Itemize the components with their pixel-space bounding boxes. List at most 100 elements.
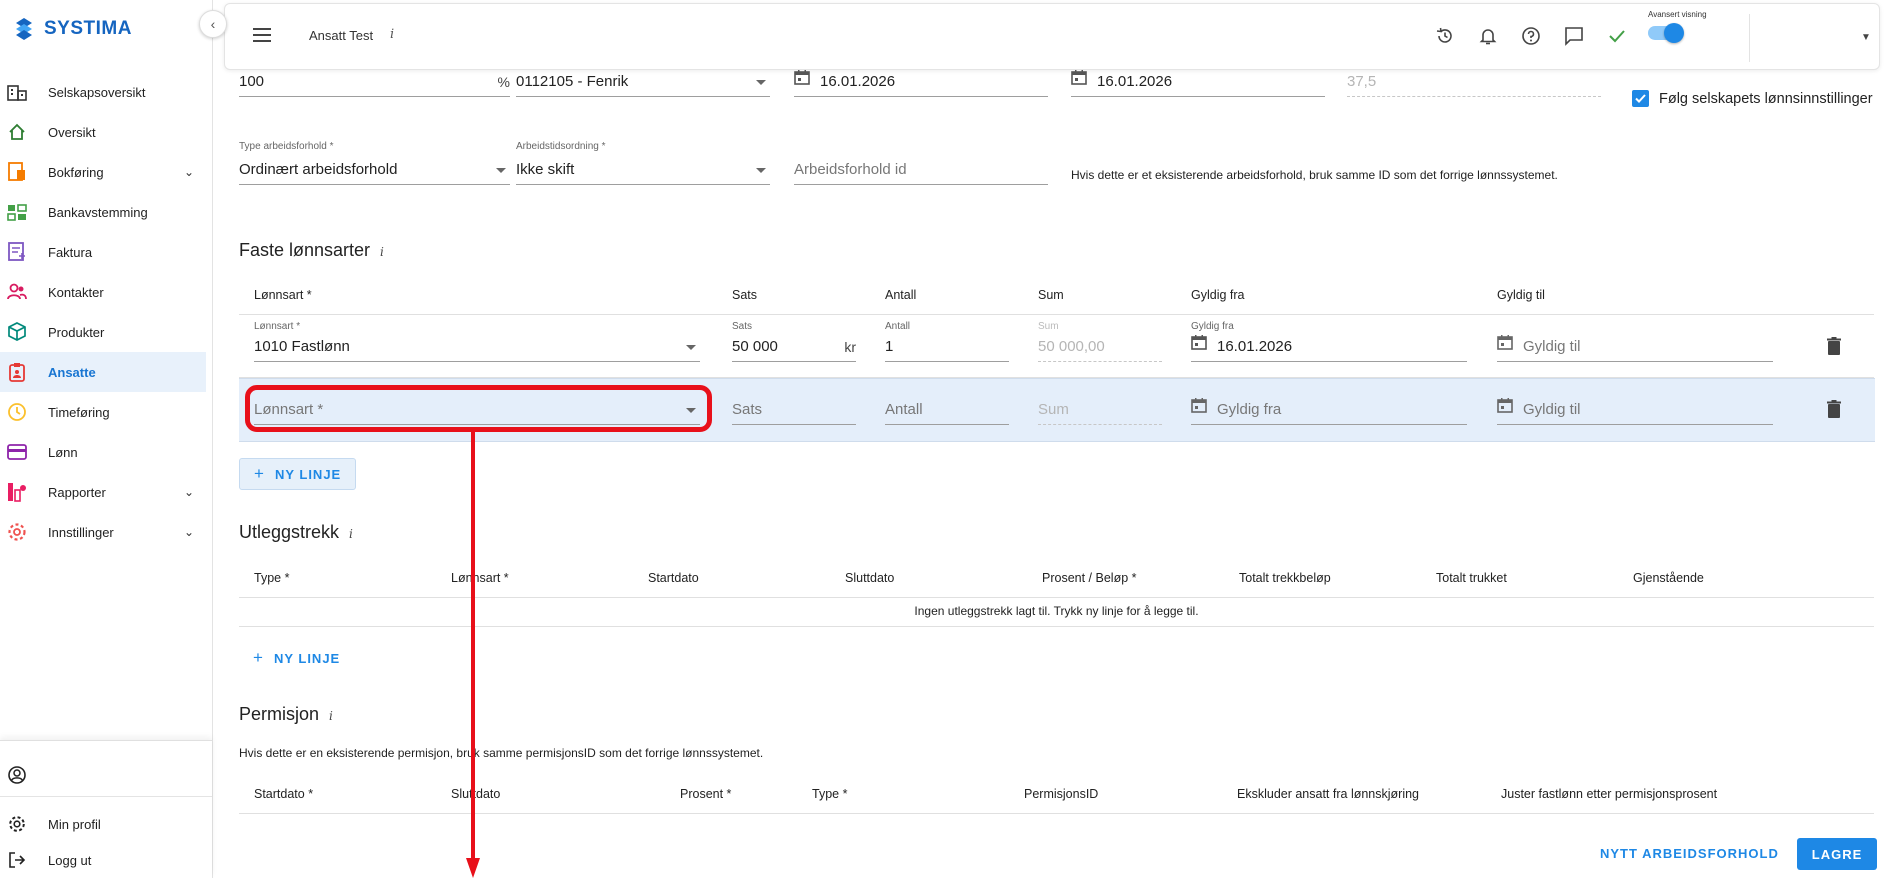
info-icon[interactable]: i [349, 527, 353, 541]
chat-icon[interactable] [1562, 24, 1586, 48]
column-header: Ekskluder ansatt fra lønnskjøring [1237, 787, 1420, 801]
antall-input-new[interactable]: Antall [885, 398, 1009, 425]
sidebar-item-kontakter[interactable]: Kontakter [0, 272, 206, 312]
caret-down-icon [686, 345, 696, 350]
advanced-view-label: Avansert visning [1648, 10, 1707, 19]
column-header: Gyldig fra [1191, 288, 1245, 302]
column-header: Startdato [648, 571, 699, 585]
yrkeskode-select[interactable]: 0112105 - Fenrik [516, 72, 770, 97]
info-icon[interactable]: i [380, 245, 384, 259]
chevron-down-icon: ⌄ [183, 525, 194, 539]
sidebar-item-bokforing[interactable]: Bokføring ⌄ [0, 152, 206, 192]
arbeidsforhold-id-input[interactable]: Arbeidsforhold id [794, 155, 1048, 185]
column-header: Prosent * [680, 787, 732, 801]
caret-down-icon[interactable]: ▼ [1861, 32, 1871, 43]
sidebar-nav: Selskapsoversikt Oversikt Bokføring ⌄ Ba… [0, 72, 206, 552]
sidebar-item-min-profil[interactable]: Min profil [0, 806, 212, 842]
history-icon[interactable] [1433, 24, 1457, 48]
divider [239, 813, 1874, 814]
sidebar-item-label: Rapporter [48, 484, 106, 500]
sidebar-item-oversikt[interactable]: Oversikt [0, 112, 206, 152]
gyldig-til-field-new[interactable]: Gyldig til [1497, 398, 1773, 425]
info-icon[interactable]: i [329, 709, 333, 723]
sidebar-item-faktura[interactable]: Faktura [0, 232, 206, 272]
sidebar-item-selskapsoversikt[interactable]: Selskapsoversikt [0, 72, 206, 112]
time-tracking-icon [6, 401, 28, 423]
divider [239, 314, 1874, 315]
sidebar-item-label: Ansatte [48, 364, 96, 380]
new-employment-button[interactable]: NYTT ARBEIDSFORHOLD [1600, 846, 1779, 861]
sidebar-bottom: Min profil Logg ut [0, 740, 212, 878]
calendar-icon[interactable] [1497, 334, 1513, 355]
save-button[interactable]: LAGRE [1797, 838, 1877, 870]
new-line-button[interactable]: + NY LINJE [239, 458, 357, 490]
reports-icon [6, 481, 28, 503]
gyldig-fra-field[interactable]: Gyldig fra 16.01.2026 [1191, 321, 1467, 362]
sats-input-new[interactable]: Sats [732, 398, 856, 425]
settings-icon [6, 521, 28, 543]
sidebar-item-label: Innstillinger [48, 524, 114, 540]
home-icon [6, 121, 28, 143]
new-line-button[interactable]: + NY LINJE [253, 648, 340, 668]
lonnsart-select[interactable]: Lønnsart * 1010 Fastlønn [254, 321, 700, 362]
siste-endring-field[interactable]: 16.01.2026 [1071, 69, 1325, 97]
info-icon[interactable]: i [390, 27, 394, 42]
calendar-icon[interactable] [1191, 397, 1207, 418]
antall-input[interactable]: Antall 1 [885, 321, 1009, 362]
startdato-field[interactable]: 16.01.2026 [794, 69, 1048, 97]
column-header: Totalt trekkbeløp [1239, 571, 1331, 585]
top-bar: Ansatt Test i Avansert visning ▼ [224, 3, 1880, 70]
arbeidstidsordning-select[interactable]: Arbeidstidsordning * Ikke skift [516, 141, 770, 185]
systima-logo-icon [16, 18, 32, 40]
type-arbeidsforhold-select[interactable]: Type arbeidsforhold * Ordinært arbeidsfo… [239, 141, 510, 185]
column-header: Sluttdato [845, 571, 895, 585]
sidebar-item-logg-ut[interactable]: Logg ut [0, 842, 212, 878]
divider [1749, 14, 1750, 62]
sidebar-item-lonn[interactable]: Lønn [0, 432, 206, 472]
delete-icon[interactable] [1827, 400, 1841, 418]
help-icon[interactable] [1519, 24, 1543, 48]
calendar-icon[interactable] [1191, 334, 1207, 355]
sidebar-item-ansatte[interactable]: Ansatte [0, 352, 206, 392]
calendar-icon[interactable] [794, 69, 810, 90]
calendar-icon[interactable] [1071, 69, 1087, 90]
toggle-switch[interactable] [1648, 23, 1684, 43]
column-header: Sum [1038, 288, 1064, 302]
employees-icon [6, 361, 28, 383]
plus-icon: + [253, 648, 264, 667]
sidebar-item-produkter[interactable]: Produkter [0, 312, 206, 352]
brand-name: SYSTIMA [44, 18, 132, 39]
sidebar-item-label: Oversikt [48, 124, 96, 140]
sidebar-item-rapporter[interactable]: Rapporter ⌄ [0, 472, 206, 512]
stillingsprosent-field[interactable]: 100 % [239, 72, 510, 97]
sum-field: Sum 50 000,00 [1038, 321, 1162, 362]
bell-icon[interactable] [1476, 24, 1500, 48]
annotation-arrow-icon [466, 432, 480, 878]
advanced-view-toggle[interactable]: Avansert visning [1648, 10, 1707, 43]
menu-icon[interactable] [253, 28, 271, 42]
delete-icon[interactable] [1827, 337, 1841, 355]
sidebar-item-label: Logg ut [48, 852, 92, 868]
gyldig-til-field[interactable]: Gyldig til [1497, 335, 1773, 362]
column-header: Gjenstående [1633, 571, 1704, 585]
sidebar-item-innstillinger[interactable]: Innstillinger ⌄ [0, 512, 206, 552]
permisjon-hint: Hvis dette er en eksisterende permisjon,… [239, 746, 764, 760]
sidebar-item-bankavstemming[interactable]: Bankavstemming [0, 192, 206, 232]
sidebar-item-label: Bokføring [48, 164, 104, 180]
sats-input[interactable]: Sats 50 000 kr [732, 321, 856, 362]
sidebar-item-label: Timeføring [48, 404, 110, 420]
follow-settings-checkbox[interactable] [1632, 90, 1649, 107]
calendar-icon[interactable] [1497, 397, 1513, 418]
follow-settings-label: Følg selskapets lønnsinnstillinger [1659, 91, 1873, 107]
gyldig-fra-field-new[interactable]: Gyldig fra [1191, 398, 1467, 425]
sidebar-collapse-button[interactable]: ‹ [199, 10, 227, 38]
sidebar-item-label: Lønn [48, 444, 78, 460]
caret-down-icon [756, 168, 766, 173]
sidebar-item-timeforing[interactable]: Timeføring [0, 392, 206, 432]
column-header: Juster fastlønn etter permisjonsprosent [1501, 787, 1718, 801]
chevron-left-icon: ‹ [210, 16, 216, 32]
brand-logo[interactable]: SYSTIMA [12, 14, 132, 44]
sidebar-user[interactable] [0, 753, 212, 797]
check-icon[interactable] [1605, 24, 1629, 48]
company-overview-icon [6, 81, 28, 103]
